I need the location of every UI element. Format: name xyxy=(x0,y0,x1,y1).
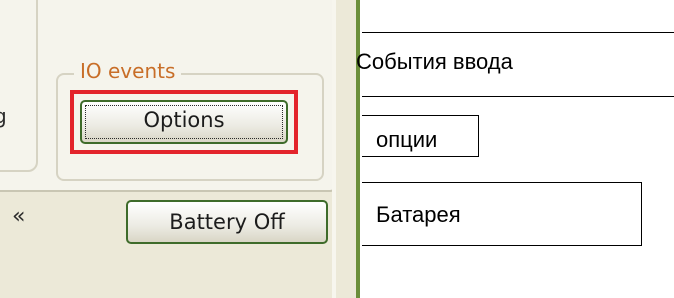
screenshot-stage: g IO events Options « Battery Off Событи… xyxy=(0,0,674,298)
battery-off-button[interactable]: Battery Off xyxy=(126,200,328,244)
annotation-options-box: опции xyxy=(362,115,479,157)
battery-off-button-label: Battery Off xyxy=(169,210,285,234)
dialog-crop: g IO events Options « Battery Off xyxy=(0,0,360,298)
annotation-options-label: опции xyxy=(376,127,438,152)
annotation-rule-top xyxy=(362,32,674,33)
options-button[interactable]: Options xyxy=(80,100,288,144)
annotation-battery-label: Батарея xyxy=(376,202,461,227)
annotation-input-events: События ввода xyxy=(356,49,513,74)
options-button-label: Options xyxy=(143,108,225,132)
double-arrow-left-icon[interactable]: « xyxy=(12,204,26,229)
partial-left-label: g xyxy=(0,104,7,128)
dialog-edge-border xyxy=(356,0,360,298)
io-events-legend: IO events xyxy=(74,58,182,84)
dialog-edge-highlight xyxy=(332,0,336,298)
annotation-rule-mid xyxy=(362,96,674,97)
annotation-battery-box: Батарея xyxy=(362,182,642,246)
left-group-box xyxy=(0,0,38,172)
